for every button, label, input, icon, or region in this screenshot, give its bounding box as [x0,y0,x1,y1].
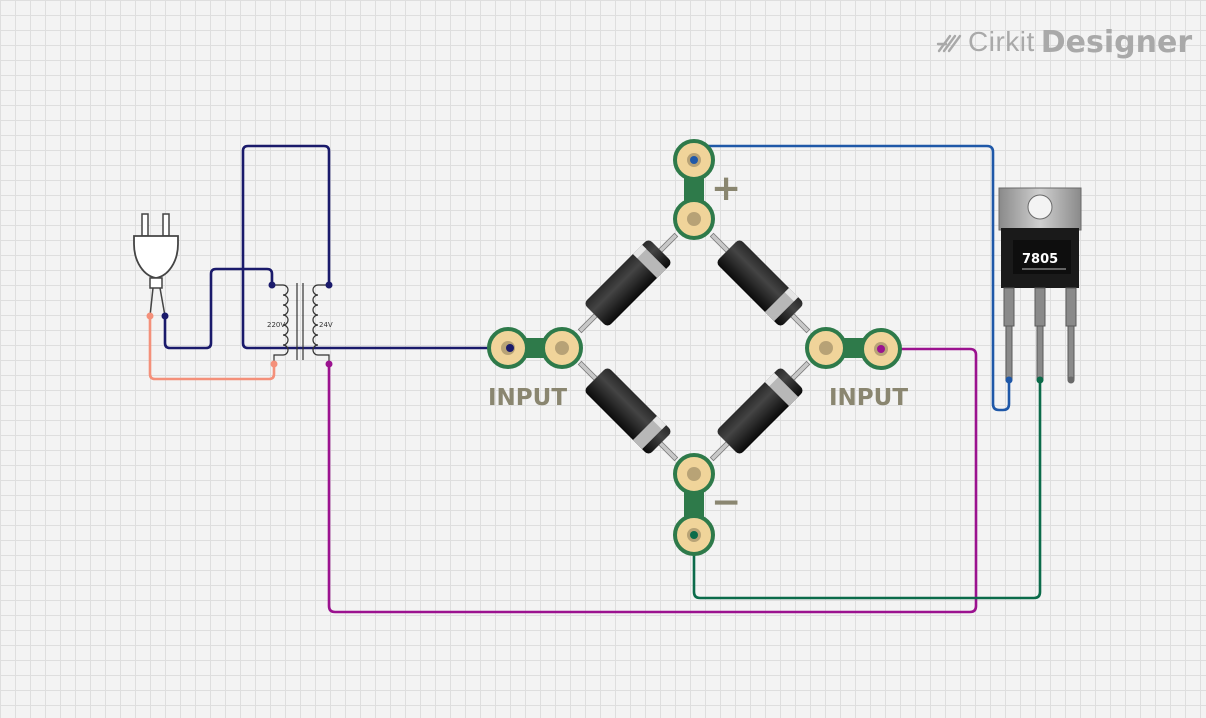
transformer-secondary-label: 24V [319,321,333,329]
diode-top-right[interactable] [699,222,821,344]
voltage-regulator-7805[interactable]: 7805 [998,187,1082,381]
plug-pin-right [162,213,170,237]
regulator-part-label: 7805 [1022,252,1058,267]
regulator-pin-ground[interactable] [1034,287,1046,327]
regulator-mounting-hole [1027,194,1053,220]
negative-terminal-symbol: − [711,482,741,523]
regulator-pin-output[interactable] [1065,287,1077,327]
regulator-pin-ground-lead [1036,325,1044,381]
node-bridge-negative[interactable] [690,531,698,539]
plug-cable-a [149,287,154,317]
node-regulator-input[interactable] [1005,376,1013,384]
node-plug-left[interactable] [146,312,154,320]
plug-strain-relief [149,277,163,289]
schematic-canvas[interactable]: 220V 24V + − INPUT INPUT 7805 [0,0,1206,718]
node-bridge-input-left[interactable] [506,344,514,352]
pad-hole-6 [555,341,569,355]
regulator-pin-input-lead [1005,325,1013,381]
regulator-pin-input[interactable] [1003,287,1015,327]
plug-pin-left [141,213,149,237]
ac-plug[interactable] [133,213,179,317]
node-regulator-output[interactable] [1067,376,1075,384]
wire-plug-to-transformer-primary-top[interactable] [163,267,274,350]
transformer-primary-label: 220V [267,321,285,329]
node-bridge-input-right[interactable] [877,345,885,353]
node-secondary-top[interactable] [325,281,333,289]
node-primary-top[interactable] [268,281,276,289]
positive-terminal-symbol: + [711,168,741,209]
pad-hole-7 [819,341,833,355]
node-plug-right[interactable] [161,312,169,320]
diode-bottom-right[interactable] [699,350,821,472]
node-primary-bottom[interactable] [270,360,278,368]
node-secondary-bottom[interactable] [325,360,333,368]
step-down-transformer[interactable]: 220V 24V [267,283,333,364]
input-right-label: INPUT [829,385,908,411]
diode-top-left[interactable] [567,222,689,344]
plug-body [133,235,179,279]
plug-cable-b [159,287,166,317]
wire-transformer-secondary-loop[interactable] [241,144,512,350]
regulator-pin-output-lead [1067,325,1075,381]
diode-bottom-left[interactable] [567,350,689,472]
bridge-rectifier[interactable]: + − INPUT INPUT [487,139,908,556]
pad-hole-3 [687,467,701,481]
pad-hole-2 [687,212,701,226]
node-regulator-ground[interactable] [1036,376,1044,384]
input-left-label: INPUT [488,385,567,411]
node-bridge-positive[interactable] [690,156,698,164]
